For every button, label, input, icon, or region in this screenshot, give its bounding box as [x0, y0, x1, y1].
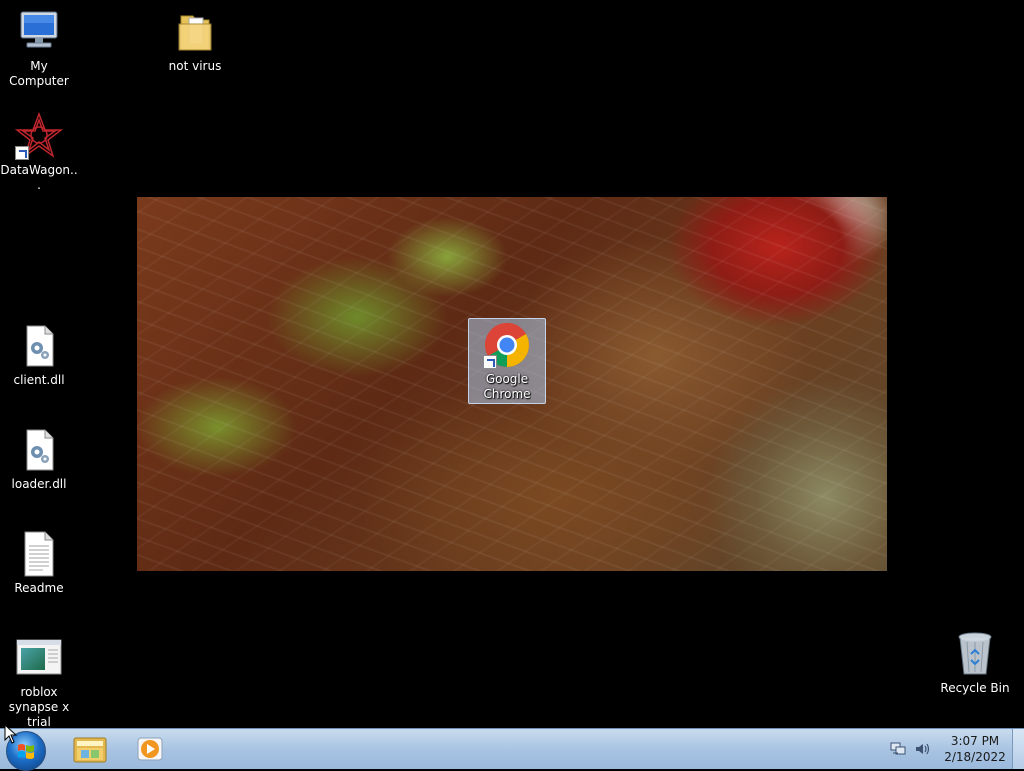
media-player-icon — [137, 737, 163, 761]
desktop-icon-datawagon[interactable]: DataWagon... — [0, 111, 78, 193]
dll-file-icon — [15, 322, 63, 370]
windows-explorer-icon — [73, 737, 107, 763]
desktop-icon-roblox-synapse[interactable]: roblox synapse x trial — [0, 634, 78, 730]
mouse-cursor-icon — [4, 724, 18, 744]
taskbar-pinned-media-player[interactable] — [124, 732, 176, 766]
desktop-icon-client-dll[interactable]: client.dll — [0, 322, 78, 388]
dll-file-icon — [15, 426, 63, 474]
desktop-icon-recycle-bin[interactable]: Recycle Bin — [936, 630, 1014, 696]
system-clock[interactable]: 3:07 PM 2/18/2022 — [940, 733, 1010, 765]
shortcut-arrow-icon — [483, 355, 497, 369]
desktop-icon-not-virus-folder[interactable]: not virus — [156, 8, 234, 74]
desktop-icon-label: client.dll — [13, 373, 65, 387]
desktop-icon-label: loader.dll — [11, 477, 67, 491]
desktop-icon-label: Google Chrome — [483, 372, 531, 401]
datawagon-shortcut-icon — [14, 111, 64, 160]
network-icon[interactable] — [890, 741, 906, 757]
shortcut-arrow-icon — [15, 146, 29, 160]
computer-icon — [15, 8, 63, 56]
taskbar-pinned-explorer[interactable] — [64, 732, 116, 766]
show-desktop-button[interactable] — [1012, 729, 1024, 769]
clock-time: 3:07 PM — [950, 734, 1000, 748]
desktop-icon-readme[interactable]: Readme — [0, 530, 78, 596]
desktop-icon-loader-dll[interactable]: loader.dll — [0, 426, 78, 492]
recycle-bin-icon — [951, 630, 999, 678]
desktop-icon-label: Recycle Bin — [940, 681, 1010, 695]
taskbar: 3:07 PM 2/18/2022 — [0, 728, 1024, 771]
chrome-shortcut-icon — [483, 321, 531, 369]
text-file-icon — [15, 530, 63, 578]
windows-logo-icon — [18, 744, 34, 759]
desktop[interactable]: My Computer not virus DataWagon... clien… — [0, 0, 1024, 730]
desktop-icon-my-computer[interactable]: My Computer — [0, 8, 78, 89]
application-window-icon — [15, 634, 63, 682]
desktop-icon-label: Readme — [14, 581, 64, 595]
desktop-icon-google-chrome[interactable]: Google Chrome — [468, 318, 546, 404]
desktop-icon-label: My Computer — [9, 59, 69, 88]
volume-icon[interactable] — [914, 741, 930, 757]
desktop-icon-label: not virus — [168, 59, 222, 73]
desktop-icon-label: DataWagon... — [0, 163, 78, 192]
folder-icon — [171, 8, 219, 56]
clock-date: 2/18/2022 — [944, 750, 1006, 764]
